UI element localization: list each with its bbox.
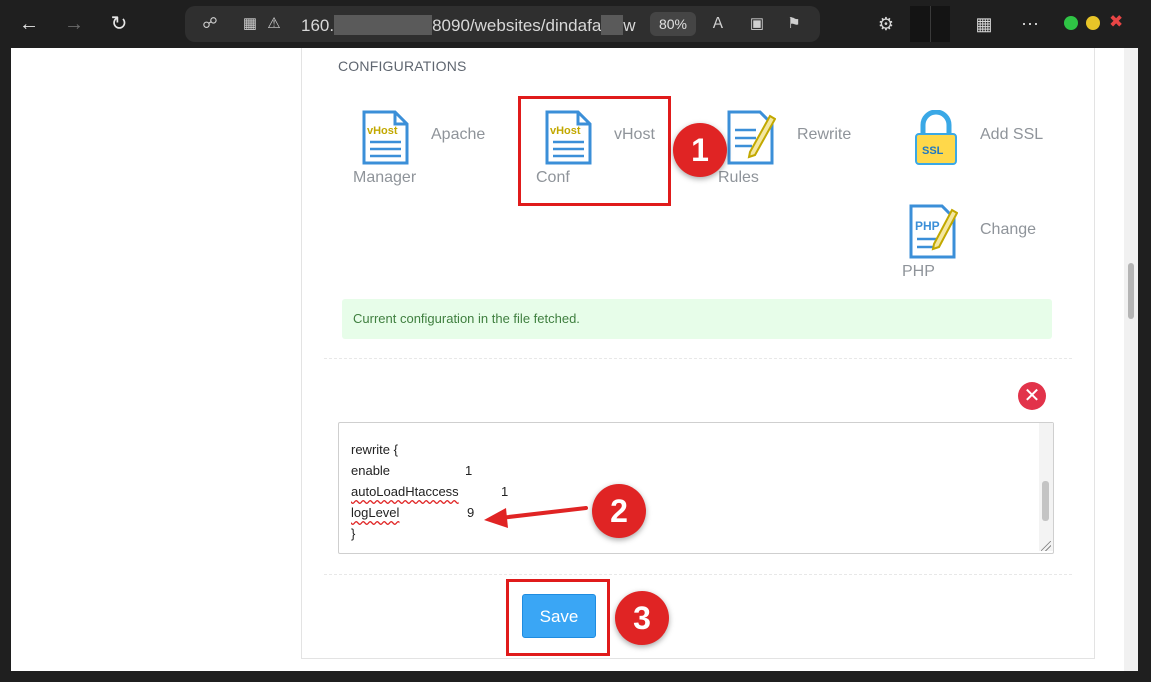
collections-icon[interactable]: ▦ [972, 12, 996, 36]
step-badge-3: 3 [615, 591, 669, 645]
highlight-box-step1 [518, 96, 671, 206]
page-scrollbar-thumb[interactable] [1128, 263, 1134, 319]
section-title: CONFIGURATIONS [338, 58, 467, 74]
svg-text:SSL: SSL [922, 145, 944, 157]
reload-icon[interactable]: ↻ [107, 12, 131, 36]
config-add-ssl-label[interactable]: Add SSL [980, 126, 1043, 144]
save-button[interactable]: Save [522, 594, 596, 638]
page-scrollbar[interactable] [1124, 48, 1138, 671]
redacted-block [601, 15, 624, 35]
annotation-arrow [484, 506, 588, 528]
resize-grip-icon[interactable] [1041, 541, 1051, 551]
editor-line: 1 [465, 463, 473, 478]
notifications-muted-icon[interactable]: ⚠ [265, 15, 283, 33]
success-alert: Current configuration in the file fetche… [342, 299, 1052, 339]
config-rules-label[interactable]: Rules [718, 169, 759, 187]
config-rewrite-label[interactable]: Rewrite [797, 126, 851, 144]
lock-icon[interactable]: ☍ [201, 15, 219, 33]
padlock-icon: SSL [915, 110, 957, 165]
config-php-label[interactable]: PHP [902, 263, 935, 281]
editor-line: enable [351, 463, 391, 478]
configurations-card: CONFIGURATIONS vHost Apache Manager vHos… [301, 48, 1095, 659]
url-text[interactable]: 160. 8090/websites/dindafa w [301, 15, 636, 36]
forward-arrow-icon[interactable]: → [62, 12, 86, 36]
back-arrow-icon[interactable]: ← [17, 12, 41, 36]
config-editor-textarea[interactable]: rewrite { enable 1 autoLoadHtaccess 1 lo… [338, 422, 1054, 554]
step-badge-1: 1 [673, 123, 727, 177]
vhost-file-icon: vHost [362, 110, 409, 165]
editor-line: } [351, 526, 356, 541]
address-bar[interactable]: ☍ ▦ ⚠ 160. 8090/websites/dindafa w 80% Ａ ▣… [185, 6, 820, 42]
reader-icon[interactable]: ▦ [241, 15, 259, 33]
svg-text:vHost: vHost [367, 125, 398, 137]
maximize-icon[interactable] [1086, 16, 1100, 30]
editor-line: 1 [501, 484, 509, 499]
window-close-icon[interactable]: ✖ [1109, 12, 1123, 32]
config-manager-label[interactable]: Manager [353, 169, 416, 187]
browser-toolbar: ← → ↻ ☍ ▦ ⚠ 160. 8090/websites/dindafa w 8… [0, 0, 1151, 48]
svg-text:PHP: PHP [915, 219, 940, 233]
bookmark-icon[interactable]: ⚑ [785, 15, 803, 33]
editor-scrollbar[interactable] [1039, 423, 1053, 551]
config-change-label[interactable]: Change [980, 221, 1036, 239]
minimize-icon[interactable] [1064, 16, 1078, 30]
page-viewport: CONFIGURATIONS vHost Apache Manager vHos… [11, 48, 1138, 671]
editor-line: rewrite { [351, 442, 398, 457]
zoom-level[interactable]: 80% [650, 12, 696, 36]
extensions-icon[interactable]: ⚙ [874, 12, 898, 36]
redacted-toolbar-block [910, 6, 950, 42]
editor-line: logLevel [351, 505, 400, 520]
close-editor-button[interactable]: ✕ [1018, 382, 1046, 410]
edit-document-icon [727, 110, 776, 165]
more-menu-icon[interactable]: ⋯ [1018, 12, 1042, 36]
apps-grid-icon[interactable]: ▣ [748, 15, 766, 33]
config-apache-label[interactable]: Apache [431, 126, 485, 144]
divider [324, 358, 1072, 359]
translate-icon[interactable]: Ａ [709, 15, 727, 33]
editor-line: autoLoadHtaccess [351, 484, 459, 499]
step-badge-2: 2 [592, 484, 646, 538]
editor-line: 9 [467, 505, 475, 520]
divider [324, 574, 1072, 575]
php-edit-icon: PHP [909, 204, 958, 259]
redacted-block [334, 15, 433, 35]
